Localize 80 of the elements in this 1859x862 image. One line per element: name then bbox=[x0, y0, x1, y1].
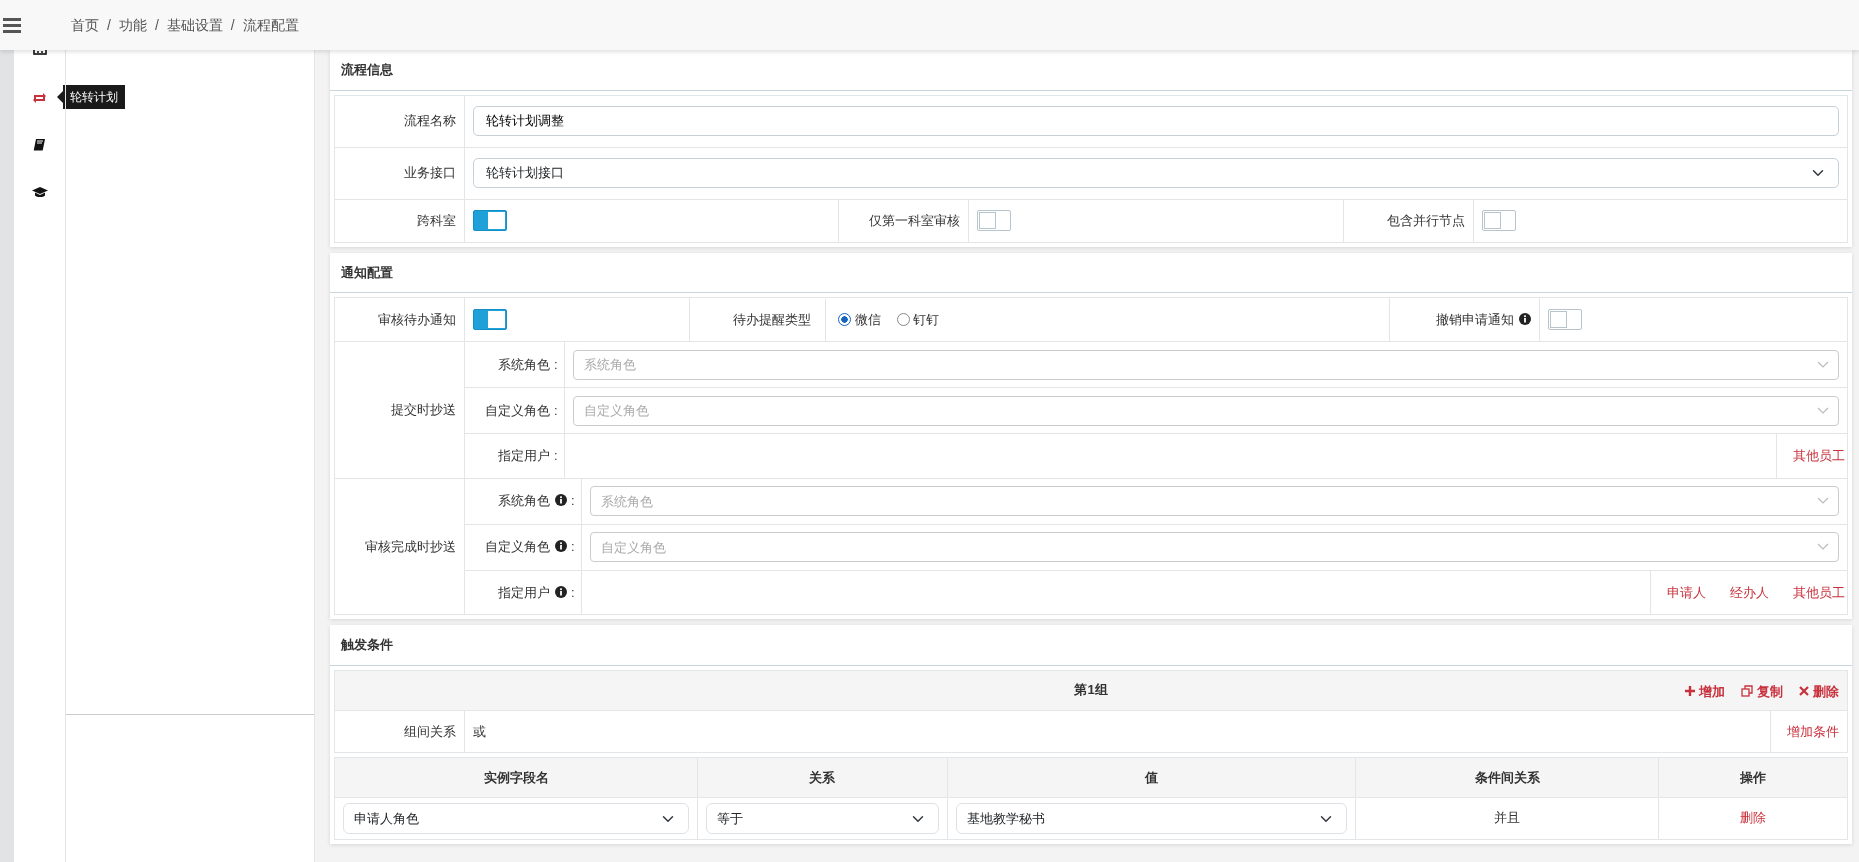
dropdown-field[interactable]: 轮转计划接口 bbox=[473, 158, 1839, 188]
colon: : bbox=[554, 402, 558, 418]
breadcrumb-link[interactable]: 功能 bbox=[118, 14, 147, 36]
field-label: 业务接口 bbox=[404, 165, 456, 181]
field-label: 跨科室 bbox=[417, 212, 456, 228]
field-label: 自定义角色 bbox=[485, 402, 550, 418]
link[interactable]: 申请人 bbox=[1667, 582, 1706, 602]
toggle-switch[interactable] bbox=[473, 210, 507, 232]
breadcrumb-link[interactable]: 基础设置 bbox=[166, 14, 223, 36]
copy-icon bbox=[1741, 685, 1753, 698]
colon: : bbox=[571, 493, 575, 509]
close-icon bbox=[1799, 686, 1809, 697]
text-field[interactable]: 轮转计划调整 bbox=[473, 106, 1839, 136]
column-header: 实例字段名 bbox=[334, 757, 698, 798]
toggle-switch[interactable] bbox=[1481, 210, 1516, 232]
info-icon[interactable] bbox=[555, 540, 567, 553]
link[interactable]: 其他员工 bbox=[1793, 446, 1845, 466]
select-field[interactable]: 系统角色 bbox=[572, 349, 1839, 380]
group-action[interactable]: 删除 bbox=[1799, 681, 1839, 701]
column-header: 值 bbox=[947, 757, 1356, 798]
info-icon[interactable] bbox=[1519, 312, 1531, 325]
breadcrumb-separator: / bbox=[230, 15, 235, 35]
colon: : bbox=[571, 539, 575, 555]
calendar-icon[interactable] bbox=[32, 50, 47, 55]
section-title: 流程信息 bbox=[330, 50, 1852, 91]
graduation-cap-icon[interactable] bbox=[31, 186, 48, 198]
field-label: 系统角色 bbox=[498, 493, 550, 509]
field-label: 审核完成时抄送 bbox=[365, 538, 456, 554]
field-value: 或 bbox=[473, 722, 486, 741]
select-field[interactable]: 自定义角色 bbox=[589, 532, 1839, 562]
section-title: 触发条件 bbox=[330, 625, 1852, 666]
group-title: 第1组 bbox=[1074, 682, 1108, 698]
book-icon[interactable] bbox=[33, 138, 46, 151]
field-label: 自定义角色 bbox=[485, 539, 550, 555]
field-label: 仅第一科室审核 bbox=[869, 212, 961, 228]
plus-icon bbox=[1685, 686, 1695, 697]
select-field[interactable]: 自定义角色 bbox=[572, 395, 1839, 426]
field-label: 流程名称 bbox=[404, 113, 456, 129]
table-cell: 并且 bbox=[1494, 810, 1521, 825]
breadcrumb-separator: / bbox=[154, 15, 159, 35]
radio-button[interactable] bbox=[838, 312, 851, 326]
group-action[interactable]: 增加 bbox=[1685, 681, 1725, 701]
field-label: 指定用户 bbox=[498, 448, 550, 463]
colon: : bbox=[554, 356, 558, 372]
link[interactable]: 其他员工 bbox=[1793, 582, 1845, 602]
field-label: 待办提醒类型 bbox=[733, 298, 826, 341]
field-label: 包含并行节点 bbox=[1386, 212, 1465, 228]
radio-option[interactable]: 钉钉 bbox=[896, 309, 940, 330]
link[interactable]: 增加条件 bbox=[1787, 723, 1839, 739]
dropdown-field[interactable]: 申请人角色 bbox=[343, 803, 690, 834]
toggle-switch[interactable] bbox=[1548, 309, 1582, 331]
field-label: 组间关系 bbox=[404, 723, 456, 739]
breadcrumb-current: 流程配置 bbox=[242, 15, 299, 35]
dropdown-field[interactable]: 基地教学秘书 bbox=[955, 803, 1348, 834]
field-label: 指定用户 bbox=[498, 584, 550, 600]
tooltip-pointer-icon bbox=[57, 91, 63, 103]
repeat-icon[interactable] bbox=[32, 92, 47, 104]
info-icon[interactable] bbox=[555, 494, 567, 507]
colon: : bbox=[554, 448, 558, 463]
group-action[interactable]: 复制 bbox=[1741, 681, 1783, 701]
column-header: 操作 bbox=[1658, 757, 1848, 798]
menu-icon[interactable] bbox=[3, 17, 21, 33]
field-label: 撤销申请通知 bbox=[1436, 311, 1514, 327]
delete-link[interactable]: 删除 bbox=[1739, 810, 1766, 825]
section-title: 通知配置 bbox=[330, 252, 1852, 293]
dropdown-field[interactable]: 等于 bbox=[706, 803, 939, 834]
toggle-switch[interactable] bbox=[473, 309, 507, 331]
field-label: 审核待办通知 bbox=[378, 311, 456, 327]
field-label: 提交时抄送 bbox=[391, 402, 456, 417]
colon: : bbox=[571, 584, 575, 600]
info-icon[interactable] bbox=[555, 585, 567, 598]
toggle-switch[interactable] bbox=[977, 210, 1012, 232]
radio-option[interactable]: 微信 bbox=[838, 309, 881, 330]
select-field[interactable]: 系统角色 bbox=[589, 486, 1839, 516]
column-header: 关系 bbox=[697, 757, 948, 798]
breadcrumb-separator: / bbox=[107, 15, 111, 35]
link[interactable]: 经办人 bbox=[1730, 582, 1769, 602]
column-header: 条件间关系 bbox=[1355, 757, 1659, 798]
breadcrumb-link[interactable]: 首页 bbox=[71, 14, 99, 36]
field-label: 系统角色 bbox=[498, 356, 550, 372]
